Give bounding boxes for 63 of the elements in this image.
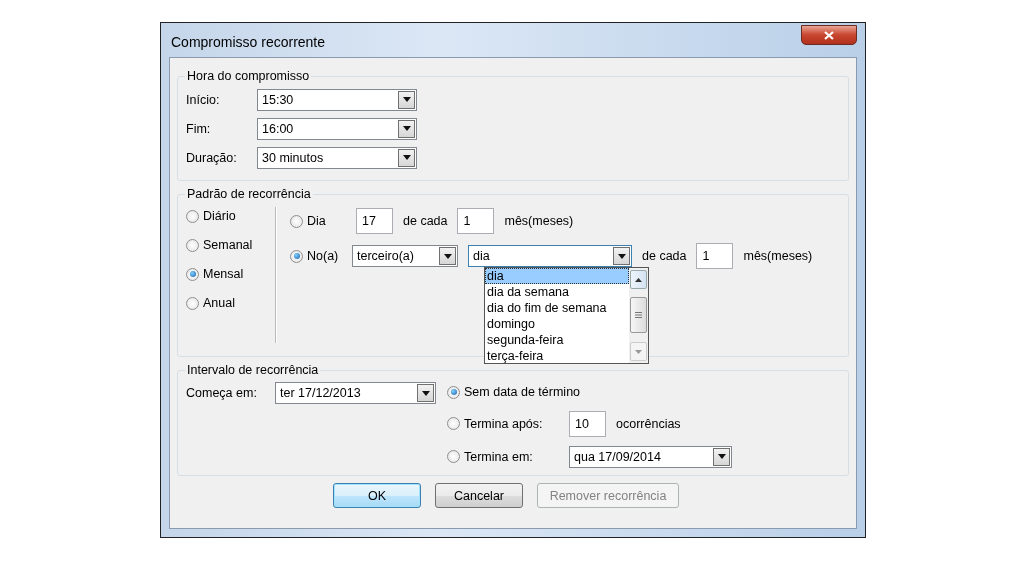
radio-button[interactable]: [186, 209, 199, 223]
group-title: Padrão de recorrência: [186, 187, 312, 201]
radio-button[interactable]: [186, 238, 199, 252]
scrollbar[interactable]: [629, 268, 648, 363]
time-dropdown[interactable]: 15:30: [257, 88, 417, 111]
close-icon: [824, 30, 834, 40]
group-title: Hora do compromisso: [186, 69, 311, 83]
ordinal-dropdown[interactable]: terceiro(a): [352, 245, 458, 267]
day-field[interactable]: 17: [356, 208, 393, 234]
time-dropdown[interactable]: 16:00: [257, 117, 417, 140]
scroll-down-icon[interactable]: [635, 349, 642, 354]
radio-button[interactable]: [290, 214, 303, 228]
radio-button[interactable]: [290, 249, 303, 263]
radio-label: No(a): [307, 249, 339, 263]
radio-label: Termina após:: [464, 416, 543, 431]
text-label: mês(meses): [743, 249, 813, 263]
months-field[interactable]: 1: [457, 208, 495, 234]
caret-icon: [617, 253, 626, 259]
radio-label: Semanal: [203, 238, 253, 252]
radio-button[interactable]: [447, 417, 460, 430]
radio-button[interactable]: [447, 450, 460, 463]
radio-label: Anual: [203, 296, 235, 310]
field-label: Fim:: [186, 121, 212, 136]
list-item[interactable]: dia do fim de semana: [485, 300, 629, 316]
radio-button[interactable]: [186, 296, 199, 310]
list-item[interactable]: domingo: [485, 316, 629, 332]
radio-button[interactable]: [186, 267, 199, 281]
text-label: ocorrências: [616, 416, 681, 431]
months-field[interactable]: 1: [696, 243, 734, 269]
radio-label: Dia: [307, 214, 326, 228]
caret-icon: [402, 97, 411, 102]
field-label: Duração:: [186, 150, 238, 165]
weekday-dropdown[interactable]: dia: [468, 245, 632, 267]
date-dropdown[interactable]: qua 17/09/2014: [569, 445, 732, 468]
list-item[interactable]: terça-feira: [485, 348, 629, 364]
text-label: de cada: [403, 214, 448, 228]
date-dropdown[interactable]: ter 17/12/2013: [275, 382, 436, 404]
radio-label: Diário: [203, 209, 236, 223]
dialog-button[interactable]: Cancelar: [435, 483, 523, 508]
close-button[interactable]: [801, 25, 857, 45]
caret-icon: [421, 390, 430, 396]
field-label: Começa em:: [186, 386, 258, 400]
dialog-button[interactable]: OK: [333, 483, 421, 508]
radio-label: Sem data de término: [464, 385, 581, 399]
radio-button[interactable]: [447, 385, 460, 399]
radio-label: Mensal: [203, 267, 244, 281]
radio-label: Termina em:: [464, 449, 533, 464]
list-item[interactable]: segunda-feira: [485, 332, 629, 348]
grip-icon[interactable]: [635, 312, 642, 318]
window-title: Compromisso recorrente: [170, 34, 326, 50]
field-label: Início:: [186, 92, 221, 107]
caret-icon: [717, 454, 726, 459]
occurrences-field[interactable]: 10: [569, 410, 606, 437]
time-dropdown[interactable]: 30 minutos: [257, 146, 417, 169]
text-label: mês(meses): [504, 214, 574, 228]
list-item[interactable]: dia da semana: [485, 284, 629, 300]
caret-icon: [402, 126, 411, 131]
text-label: de cada: [642, 249, 687, 263]
list-item[interactable]: dia: [485, 268, 629, 284]
caret-icon: [443, 253, 452, 259]
caret-icon: [402, 155, 411, 160]
group-title: Intervalo de recorrência: [186, 363, 320, 377]
scroll-up-icon[interactable]: [635, 277, 642, 282]
